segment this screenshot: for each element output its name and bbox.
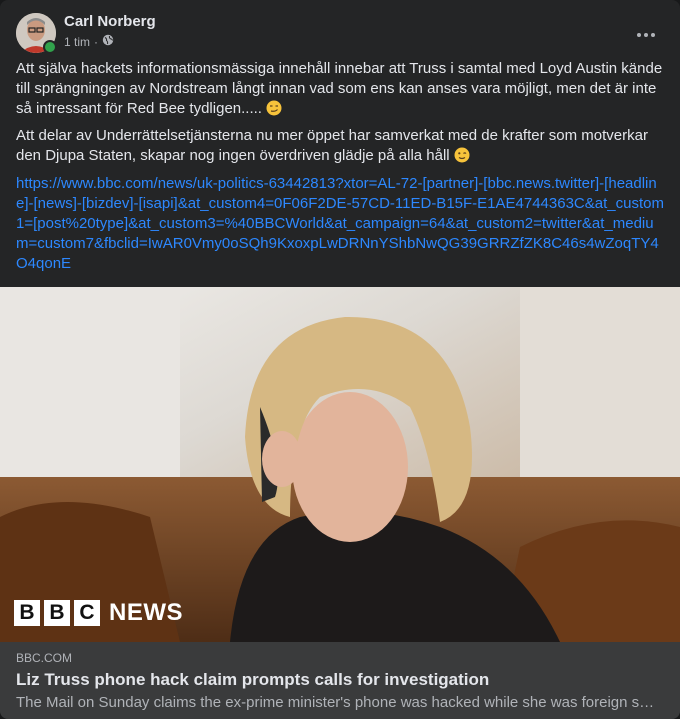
post-link[interactable]: https://www.bbc.com/news/uk-politics-634… <box>16 174 664 274</box>
preview-domain: BBC.COM <box>16 651 73 665</box>
post-text-paragraph-1: Att själva hackets informationsmässiga i… <box>16 59 664 119</box>
bbc-logo-letter: B <box>44 600 70 626</box>
article-photo <box>0 287 680 642</box>
online-status-dot <box>43 40 57 54</box>
article-image[interactable]: B B C NEWS <box>0 287 680 642</box>
more-options-button[interactable] <box>628 17 664 53</box>
preview-description: The Mail on Sunday claims the ex-prime m… <box>16 694 656 711</box>
bbc-news-logo: B B C NEWS <box>14 599 183 627</box>
link-preview[interactable]: BBC.COM Liz Truss phone hack claim promp… <box>0 642 680 719</box>
paragraph-2-text: Att delar av Underrättelsetjänsterna nu … <box>16 127 648 164</box>
bbc-logo-letter: C <box>74 600 100 626</box>
meta-separator: · <box>94 34 99 49</box>
post-time[interactable]: 1 tim <box>64 35 90 49</box>
globe-icon[interactable] <box>102 34 114 49</box>
bbc-logo-news: NEWS <box>109 599 183 626</box>
more-horizontal-icon <box>637 33 655 37</box>
bbc-logo-letter: B <box>14 600 40 626</box>
wink-emoji-icon <box>454 147 470 163</box>
smirk-emoji-icon <box>266 100 282 116</box>
post-meta: 1 tim · <box>64 34 114 49</box>
paragraph-1-text: Att själva hackets informationsmässiga i… <box>16 60 663 117</box>
post-header: Carl Norberg 1 tim · <box>16 13 664 54</box>
post-text-paragraph-2: Att delar av Underrättelsetjänsterna nu … <box>16 126 664 166</box>
author-avatar[interactable] <box>16 13 57 54</box>
preview-title[interactable]: Liz Truss phone hack claim prompts calls… <box>16 670 489 690</box>
post-card: Carl Norberg 1 tim · Att själva hackets … <box>0 0 680 719</box>
author-name[interactable]: Carl Norberg <box>64 13 156 30</box>
